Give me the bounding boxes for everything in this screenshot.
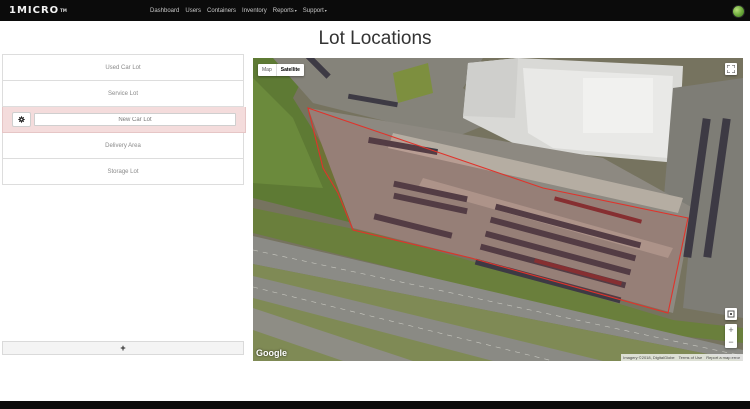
satellite-imagery — [253, 58, 743, 361]
imagery-credit: Imagery ©2018, DigitalGlobe — [623, 355, 675, 360]
nav-item-reports[interactable]: Reports▾ — [273, 8, 297, 14]
street-view-button[interactable] — [725, 308, 737, 320]
lot-item-label: Used Car Lot — [105, 64, 141, 71]
brand-trademark: TM — [60, 8, 67, 13]
chevron-down-icon: ▾ — [324, 7, 327, 13]
lot-item-delivery-area[interactable]: Delivery Area — [2, 133, 244, 159]
google-logo: Google — [256, 348, 287, 358]
report-error-link[interactable]: Report a map error — [706, 355, 740, 360]
fullscreen-button[interactable] — [725, 63, 737, 75]
nav-item-dashboard[interactable]: Dashboard — [150, 8, 179, 14]
zoom-control: + − — [725, 324, 737, 348]
nav-menu: Dashboard Users Containers Inventory Rep… — [150, 0, 333, 21]
nav-item-containers[interactable]: Containers — [207, 8, 236, 14]
lot-item-service-lot[interactable]: Service Lot — [2, 81, 244, 107]
lot-item-storage-lot[interactable]: Storage Lot — [2, 159, 244, 185]
map-attribution: Imagery ©2018, DigitalGlobe Terms of Use… — [621, 354, 743, 361]
brand-name: 1MICRO — [9, 5, 60, 16]
fullscreen-icon — [727, 65, 735, 73]
map-type-satellite[interactable]: Satellite — [277, 64, 304, 76]
lot-item-new-car-lot — [2, 107, 246, 133]
brand-logo[interactable]: 1MICROTM — [9, 4, 67, 17]
nav-item-support[interactable]: Support▾ — [303, 8, 327, 14]
lot-item-used-car-lot[interactable]: Used Car Lot — [2, 54, 244, 81]
lot-name-input[interactable] — [34, 113, 236, 126]
lot-item-label: Service Lot — [107, 90, 138, 97]
add-lot-button[interactable]: + — [2, 341, 244, 355]
chevron-down-icon: ▾ — [294, 7, 297, 13]
gear-icon — [18, 116, 25, 123]
lot-item-label: Delivery Area — [105, 142, 141, 149]
page-title: Lot Locations — [318, 28, 432, 49]
zoom-out-button[interactable]: − — [728, 336, 733, 348]
plus-icon: + — [120, 343, 126, 353]
lot-item-label: Storage Lot — [107, 168, 139, 175]
lot-map[interactable]: Map Satellite + − Google Imagery ©2018, … — [253, 58, 743, 361]
nav-item-users[interactable]: Users — [185, 8, 201, 14]
footer — [0, 401, 750, 409]
lot-list: Used Car Lot Service Lot Delivery Area S… — [2, 54, 246, 185]
nav-item-inventory[interactable]: Inventory — [242, 8, 267, 14]
lot-settings-button[interactable] — [12, 112, 31, 127]
map-type-map[interactable]: Map — [258, 64, 276, 76]
terms-link[interactable]: Terms of Use — [679, 355, 703, 360]
map-type-toggle: Map Satellite — [258, 64, 304, 76]
zoom-in-button[interactable]: + — [728, 324, 733, 336]
user-avatar[interactable] — [732, 5, 745, 18]
pegman-icon — [727, 310, 735, 318]
navbar: 1MICROTM Dashboard Users Containers Inve… — [0, 0, 750, 21]
